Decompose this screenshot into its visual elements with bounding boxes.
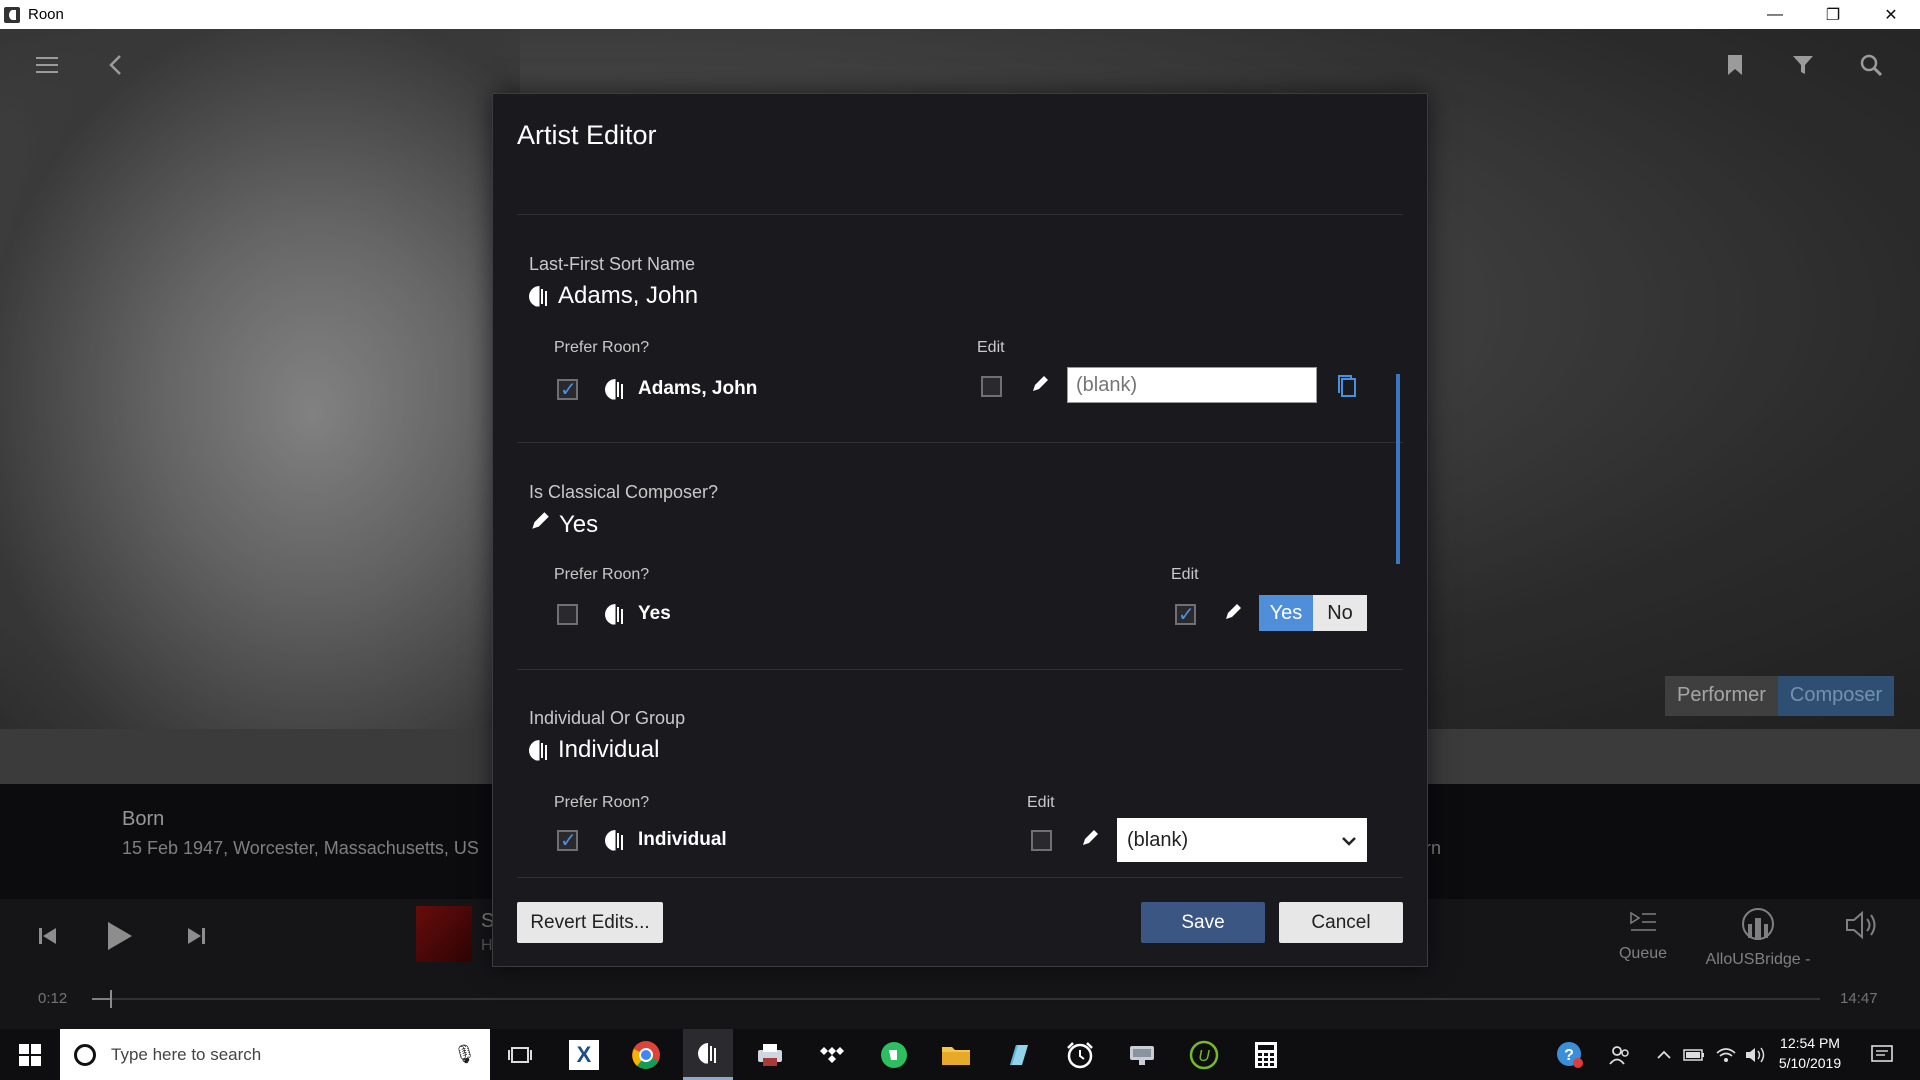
window-title: Roon	[28, 6, 64, 23]
clock-date: 5/10/2019	[1778, 1055, 1842, 1071]
group-value: Individual	[558, 736, 660, 763]
sort-name-label: Last-First Sort Name	[529, 254, 696, 274]
show-hidden-icons-chevron-icon[interactable]	[1652, 1029, 1676, 1080]
notes-app-icon[interactable]	[993, 1029, 1043, 1080]
utorrent-icon[interactable]: U	[1179, 1029, 1229, 1080]
classical-yes-no-toggle: Yes No	[1259, 595, 1367, 631]
roon-source-icon	[605, 379, 626, 400]
sort-name-edit-input[interactable]	[1067, 367, 1317, 403]
sort-name-edit-label: Edit	[977, 339, 1005, 356]
taskbar-search-placeholder: Type here to search	[111, 1044, 262, 1064]
help-tray-icon[interactable]: ?	[1550, 1029, 1590, 1080]
classical-edit-checkbox[interactable]	[1175, 602, 1196, 627]
minimize-button[interactable]: —	[1746, 0, 1804, 29]
revert-edits-button[interactable]: Revert Edits...	[517, 902, 663, 943]
group-prefer-label: Prefer Roon?	[554, 794, 650, 811]
clock-time: 12:54 PM	[1780, 1035, 1840, 1051]
group-current: Individual	[529, 736, 659, 764]
window-title-bar: Roon — ❐ ✕	[0, 0, 1920, 29]
group-edit-label: Edit	[1027, 794, 1055, 811]
divider	[517, 214, 1403, 215]
group-label: Individual Or Group	[529, 708, 686, 728]
roon-source-icon	[529, 286, 550, 307]
people-icon[interactable]	[1600, 1029, 1640, 1080]
cancel-button[interactable]: Cancel	[1279, 902, 1403, 943]
classical-roon-value: Yes	[605, 603, 671, 625]
copy-icon[interactable]	[1337, 374, 1357, 404]
close-button[interactable]: ✕	[1862, 0, 1920, 29]
chrome-icon[interactable]	[621, 1029, 671, 1080]
restore-button[interactable]: ❐	[1804, 0, 1862, 29]
wifi-icon[interactable]	[1712, 1029, 1740, 1080]
pencil-icon	[1223, 602, 1243, 628]
group-select-value: (blank)	[1127, 828, 1189, 851]
classical-edit-label: Edit	[1171, 566, 1199, 583]
roon-source-icon	[605, 604, 626, 625]
svg-text:U: U	[1198, 1048, 1210, 1065]
classical-value: Yes	[559, 510, 599, 538]
divider	[517, 877, 1403, 878]
divider	[517, 669, 1403, 670]
roon-app-icon	[4, 6, 20, 23]
svg-text:?: ?	[1564, 1047, 1574, 1064]
classical-roon-text: Yes	[638, 603, 671, 624]
evernote-icon[interactable]	[869, 1029, 919, 1080]
sort-name-prefer-label: Prefer Roon?	[554, 339, 650, 356]
no-option[interactable]: No	[1313, 595, 1367, 631]
group-edit-checkbox[interactable]	[1031, 830, 1052, 851]
roon-taskbar-icon[interactable]	[683, 1029, 733, 1080]
pencil-icon	[529, 510, 551, 539]
notifications-icon[interactable]	[1862, 1029, 1902, 1080]
classical-prefer-checkbox[interactable]	[557, 604, 578, 625]
calculator-icon[interactable]	[1241, 1029, 1291, 1080]
classical-current: Yes	[529, 510, 598, 539]
classical-prefer-label: Prefer Roon?	[554, 566, 650, 583]
dialog-scrollbar[interactable]	[1396, 374, 1400, 564]
artist-editor-dialog: Artist Editor Last-First Sort Name Adams…	[492, 93, 1428, 967]
task-view-icon[interactable]	[495, 1029, 545, 1080]
sort-name-prefer-checkbox[interactable]	[557, 377, 578, 402]
windows-logo-icon	[19, 1043, 41, 1066]
taskbar-app-x-icon[interactable]: X	[559, 1029, 609, 1080]
alarm-clock-icon[interactable]	[1055, 1029, 1105, 1080]
taskbar-search-box[interactable]: Type here to search 🎙	[60, 1029, 490, 1080]
tidal-icon[interactable]	[807, 1029, 857, 1080]
roon-logo-icon	[698, 1043, 719, 1064]
pencil-icon	[1080, 828, 1100, 854]
group-prefer-checkbox[interactable]	[557, 828, 578, 853]
sort-name-current: Adams, John	[529, 282, 698, 310]
microphone-icon[interactable]: 🎙	[453, 1044, 476, 1065]
chevron-down-icon	[1341, 829, 1357, 852]
group-roon-value: Individual	[605, 829, 727, 851]
save-button[interactable]: Save	[1141, 902, 1265, 943]
cortana-icon	[74, 1043, 96, 1066]
yes-option[interactable]: Yes	[1259, 595, 1313, 631]
pencil-icon	[1030, 374, 1050, 400]
sort-name-value: Adams, John	[558, 282, 699, 309]
printer-icon[interactable]	[745, 1029, 795, 1080]
battery-icon[interactable]	[1680, 1029, 1708, 1080]
file-explorer-icon[interactable]	[931, 1029, 981, 1080]
sort-name-roon-value: Adams, John	[605, 378, 757, 400]
start-button[interactable]	[0, 1029, 60, 1080]
sort-name-edit-checkbox[interactable]	[981, 376, 1002, 397]
network-drive-icon[interactable]	[1117, 1029, 1167, 1080]
taskbar-clock[interactable]: 12:54 PM 5/10/2019	[1770, 1033, 1850, 1073]
divider	[517, 442, 1403, 443]
roon-source-icon	[605, 830, 626, 851]
roon-source-icon	[529, 740, 550, 761]
window-controls: — ❐ ✕	[1746, 0, 1920, 29]
speaker-tray-icon[interactable]	[1742, 1029, 1770, 1080]
classical-label: Is Classical Composer?	[529, 482, 719, 502]
dialog-title: Artist Editor	[517, 120, 657, 150]
group-select[interactable]: (blank)	[1117, 818, 1367, 862]
group-roon-text: Individual	[638, 829, 727, 850]
sort-name-roon-text: Adams, John	[638, 378, 758, 399]
